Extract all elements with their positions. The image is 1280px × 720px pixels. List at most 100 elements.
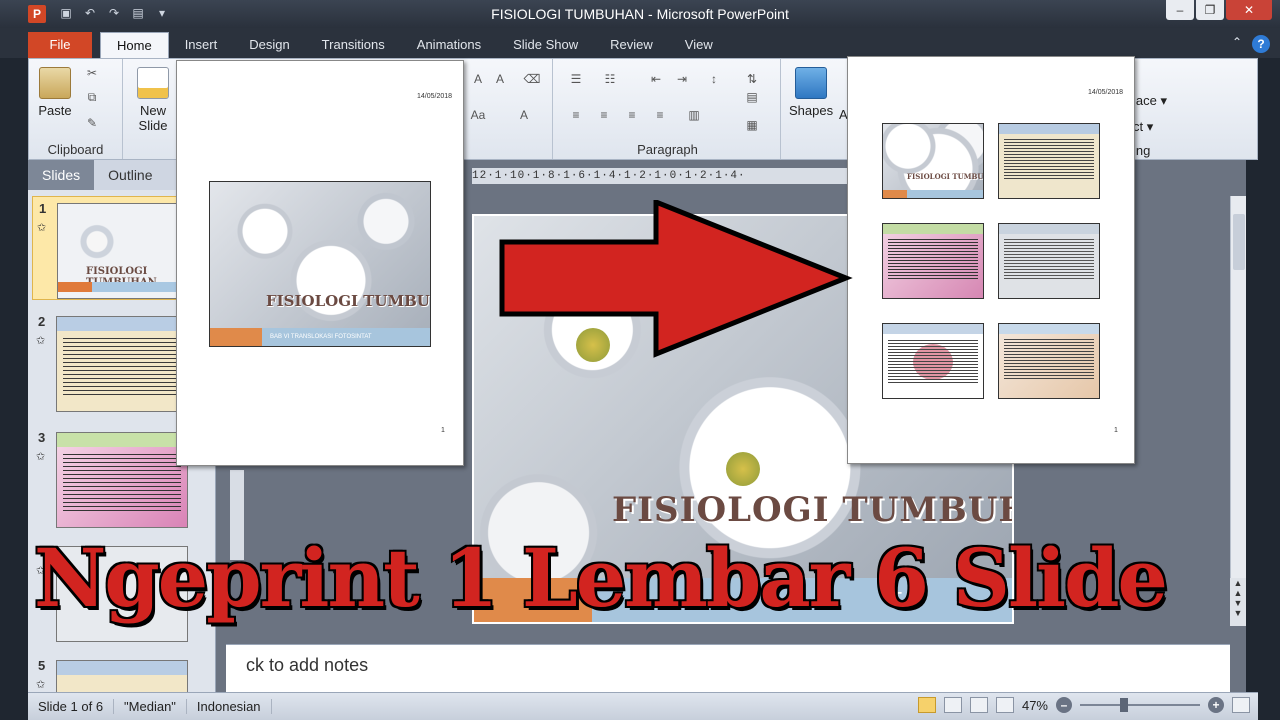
replace-button[interactable]: lace ▾ <box>1133 93 1167 109</box>
font-color-icon[interactable]: A <box>515 107 533 123</box>
transition-star-icon: ✩ <box>37 222 47 234</box>
tab-outline[interactable]: Outline <box>94 160 166 190</box>
page-date: 14/05/2018 <box>417 93 453 100</box>
clipboard-group-label: Clipboard <box>47 142 104 157</box>
new-slide-icon <box>137 67 169 99</box>
shapes-button[interactable]: Shapes <box>789 67 833 118</box>
transition-star-icon: ✩ <box>36 335 46 347</box>
replace-label: lace <box>1133 93 1157 108</box>
printed-slide-1: FISIOLOGI TUMBUHAN <box>882 123 984 199</box>
printed-slide-6 <box>998 323 1100 399</box>
window-title: FISIOLOGI TUMBUHAN - Microsoft PowerPoin… <box>491 6 789 22</box>
transition-star-icon: ✩ <box>36 451 46 463</box>
tab-home[interactable]: Home <box>100 32 169 58</box>
align-right-icon[interactable]: ≡ <box>623 107 641 123</box>
smartart-icon[interactable]: ▦ <box>743 117 761 133</box>
tab-file[interactable]: File <box>28 32 92 58</box>
align-center-icon[interactable]: ≡ <box>595 107 613 123</box>
minimize-ribbon-icon[interactable]: ⌃ <box>1232 35 1242 53</box>
change-case-icon[interactable]: Aa <box>469 107 487 123</box>
thumbnail-accent-bar <box>58 282 92 292</box>
slide-thumbnail-image <box>56 660 188 692</box>
justify-icon[interactable]: ≡ <box>651 107 669 123</box>
help-icon[interactable]: ? <box>1252 35 1270 53</box>
decrease-indent-icon[interactable]: ⇤ <box>647 71 665 87</box>
printed-slide-2 <box>998 123 1100 199</box>
tab-view[interactable]: View <box>669 32 729 58</box>
paragraph-group: ☰ ☷ ⇤ ⇥ ↕ ⇅ ≡ ≡ ≡ ≡ ▥ ▤ ▦ Paragraph <box>555 59 781 159</box>
zoom-out-icon[interactable]: – <box>1056 697 1072 713</box>
notes-pane[interactable]: ck to add notes <box>226 644 1230 692</box>
line-spacing-icon[interactable]: ↕ <box>705 71 723 87</box>
increase-indent-icon[interactable]: ⇥ <box>673 71 691 87</box>
zoom-in-icon[interactable]: + <box>1208 697 1224 713</box>
grow-font-icon[interactable]: A <box>469 71 487 87</box>
reading-view-button[interactable] <box>969 697 988 713</box>
window-controls: – ❐ ✕ <box>1166 0 1272 20</box>
title-bar: P ▣ ↶ ↷ ▤ ▾ FISIOLOGI TUMBUHAN - Microso… <box>0 0 1280 28</box>
tab-animations[interactable]: Animations <box>401 32 497 58</box>
printed-slide-title: FISIOLOGI TUMBUHAN <box>907 172 984 181</box>
select-button[interactable]: ct ▾ <box>1133 119 1153 135</box>
slide-thumbnail-5[interactable]: 5 ✩ <box>32 654 212 692</box>
video-caption-overlay: Ngeprint 1 Lembar 6 Slide <box>34 531 1168 625</box>
zoom-slider[interactable] <box>1080 698 1200 712</box>
maximize-button[interactable]: ❐ <box>1196 0 1224 20</box>
slide-number: 3 <box>38 430 46 445</box>
language-indicator[interactable]: Indonesian <box>187 699 272 714</box>
slide-number: 5 <box>38 658 46 673</box>
transition-star-icon: ✩ <box>36 679 46 691</box>
normal-view-button[interactable] <box>917 697 936 713</box>
format-painter-icon[interactable]: ✎ <box>83 115 101 131</box>
shapes-label: Shapes <box>789 103 834 118</box>
theme-name[interactable]: "Median" <box>114 699 187 714</box>
tab-slide-show[interactable]: Slide Show <box>497 32 594 58</box>
tab-transitions[interactable]: Transitions <box>306 32 401 58</box>
fit-to-window-button[interactable] <box>1232 697 1250 713</box>
page-date: 14/05/2018 <box>1088 89 1124 96</box>
slide-show-view-button[interactable] <box>995 697 1014 713</box>
shrink-font-icon[interactable]: A <box>491 71 509 87</box>
printed-subtitle: BAB VI TRANSLOKASI FOTOSINTAT <box>262 328 430 346</box>
scrollbar-thumb[interactable] <box>1233 214 1245 270</box>
slide-number: 2 <box>38 314 46 329</box>
printed-subtitle-bar <box>907 190 983 198</box>
print-preview-page-single: 14/05/2018 FISIOLOGI TUMBUHAN BAB VI TRA… <box>176 60 464 466</box>
align-text-icon[interactable]: ▤ <box>743 89 761 105</box>
text-direction-icon[interactable]: ⇅ <box>743 71 761 87</box>
close-button[interactable]: ✕ <box>1226 0 1272 20</box>
new-slide-button[interactable]: New Slide <box>131 67 175 133</box>
cut-icon[interactable]: ✂ <box>83 65 101 81</box>
new-slide-label: New <box>139 103 166 118</box>
paste-button[interactable]: Paste <box>33 67 77 118</box>
minimize-button[interactable]: – <box>1166 0 1194 20</box>
clear-formatting-icon[interactable]: ⌫ <box>523 71 541 87</box>
slides-group: New Slide <box>125 59 179 159</box>
align-left-icon[interactable]: ≡ <box>567 107 585 123</box>
slide-sorter-view-button[interactable] <box>943 697 962 713</box>
columns-icon[interactable]: ▥ <box>685 107 703 123</box>
zoom-slider-knob[interactable] <box>1120 698 1128 712</box>
slide-thumbnail-image <box>56 432 188 528</box>
shapes-icon <box>795 67 827 99</box>
printed-slide: FISIOLOGI TUMBUHAN BAB VI TRANSLOKASI FO… <box>209 181 431 347</box>
page-number: 1 <box>1114 427 1118 434</box>
tab-review[interactable]: Review <box>594 32 669 58</box>
font-size-group: A A ⌫ Aa A <box>463 59 553 159</box>
new-slide-label-2: Slide <box>138 118 168 133</box>
red-arrow-graphic <box>499 200 853 358</box>
copy-icon[interactable]: ⧉ <box>83 89 101 105</box>
slide-indicator: Slide 1 of 6 <box>28 699 115 714</box>
tab-slides[interactable]: Slides <box>28 160 95 190</box>
printed-slide-title: FISIOLOGI TUMBUHAN <box>266 292 430 310</box>
printed-slide-3 <box>882 223 984 299</box>
bullets-icon[interactable]: ☰ <box>567 71 585 87</box>
slide-thumbnail-image <box>56 316 188 412</box>
slide-title[interactable]: FISIOLOGI TUMBUHAN <box>612 490 1012 530</box>
zoom-level[interactable]: 47% <box>1022 698 1048 713</box>
printed-slide-5 <box>882 323 984 399</box>
clipboard-group: Paste ✂ ⧉ ✎ Clipboard <box>29 59 123 159</box>
tab-design[interactable]: Design <box>233 32 305 58</box>
tab-insert[interactable]: Insert <box>169 32 234 58</box>
numbering-icon[interactable]: ☷ <box>601 71 619 87</box>
